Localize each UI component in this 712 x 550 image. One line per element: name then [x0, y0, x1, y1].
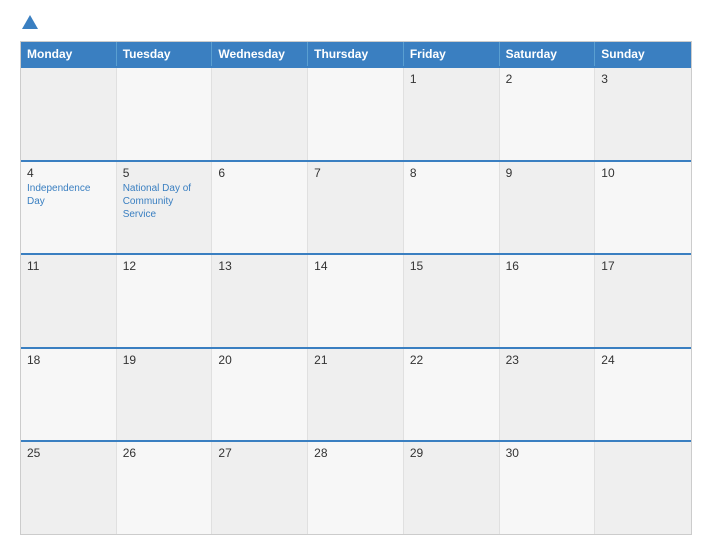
calendar-cell: 28: [308, 442, 404, 534]
calendar-week-3: 11 12 13 14 15 16 17: [21, 253, 691, 347]
calendar-weekday-header: MondayTuesdayWednesdayThursdayFridaySatu…: [21, 42, 691, 66]
calendar-body: 1234Independence Day5National Day of Com…: [21, 66, 691, 534]
calendar-cell: 16: [500, 255, 596, 347]
day-number: 21: [314, 353, 397, 367]
calendar-cell: 18: [21, 349, 117, 441]
logo: [20, 15, 38, 29]
calendar-cell: 11: [21, 255, 117, 347]
calendar-cell: 20: [212, 349, 308, 441]
calendar-cell: 26: [117, 442, 213, 534]
calendar-cell: 21: [308, 349, 404, 441]
calendar-cell: [21, 68, 117, 160]
day-number: 5: [123, 166, 206, 180]
calendar-cell: 2: [500, 68, 596, 160]
day-number: 8: [410, 166, 493, 180]
calendar-cell: 13: [212, 255, 308, 347]
weekday-header-saturday: Saturday: [500, 42, 596, 66]
day-number: 7: [314, 166, 397, 180]
calendar-page: MondayTuesdayWednesdayThursdayFridaySatu…: [0, 0, 712, 550]
calendar-week-1: 123: [21, 66, 691, 160]
calendar-cell: 23: [500, 349, 596, 441]
calendar-cell: 22: [404, 349, 500, 441]
logo-triangle-icon: [22, 15, 38, 29]
day-number: 15: [410, 259, 493, 273]
calendar-cell: [308, 68, 404, 160]
calendar-cell: 14: [308, 255, 404, 347]
calendar-cell: 12: [117, 255, 213, 347]
event-label: National Day of Community Service: [123, 182, 206, 221]
day-number: 14: [314, 259, 397, 273]
calendar-cell: [595, 442, 691, 534]
day-number: 12: [123, 259, 206, 273]
calendar-cell: 30: [500, 442, 596, 534]
day-number: 26: [123, 446, 206, 460]
day-number: 2: [506, 72, 589, 86]
day-number: 17: [601, 259, 685, 273]
calendar-week-2: 4 Independence Day 5 National Day of Commun…: [21, 160, 691, 254]
day-number: 30: [506, 446, 589, 460]
calendar-cell: 7: [308, 162, 404, 254]
day-number: 29: [410, 446, 493, 460]
day-number: 10: [601, 166, 685, 180]
calendar-cell: 15: [404, 255, 500, 347]
calendar-cell: [212, 68, 308, 160]
day-number: 4: [27, 166, 110, 180]
day-number: 3: [601, 72, 685, 86]
day-number: 22: [410, 353, 493, 367]
day-number: 13: [218, 259, 301, 273]
calendar-cell: 1: [404, 68, 500, 160]
day-number: 1: [410, 72, 493, 86]
day-number: 28: [314, 446, 397, 460]
day-number: 24: [601, 353, 685, 367]
calendar-cell: 6: [212, 162, 308, 254]
day-number: 11: [27, 259, 110, 273]
day-number: 27: [218, 446, 301, 460]
calendar-cell: 8: [404, 162, 500, 254]
day-number: 20: [218, 353, 301, 367]
day-number: 6: [218, 166, 301, 180]
calendar-grid: MondayTuesdayWednesdayThursdayFridaySatu…: [20, 41, 692, 535]
event-label: Independence Day: [27, 182, 110, 208]
weekday-header-monday: Monday: [21, 42, 117, 66]
calendar-cell: 4 Independence Day: [21, 162, 117, 254]
weekday-header-sunday: Sunday: [595, 42, 691, 66]
weekday-header-friday: Friday: [404, 42, 500, 66]
day-number: 9: [506, 166, 589, 180]
calendar-cell: 19: [117, 349, 213, 441]
calendar-cell: 24: [595, 349, 691, 441]
calendar-cell: [117, 68, 213, 160]
weekday-header-thursday: Thursday: [308, 42, 404, 66]
calendar-week-5: 25 26 27 28 29 30: [21, 440, 691, 534]
calendar-cell: 9: [500, 162, 596, 254]
weekday-header-wednesday: Wednesday: [212, 42, 308, 66]
weekday-header-tuesday: Tuesday: [117, 42, 213, 66]
calendar-cell: 17: [595, 255, 691, 347]
day-number: 23: [506, 353, 589, 367]
calendar-cell: 25: [21, 442, 117, 534]
calendar-cell: 29: [404, 442, 500, 534]
day-number: 18: [27, 353, 110, 367]
day-number: 25: [27, 446, 110, 460]
calendar-cell: 10: [595, 162, 691, 254]
day-number: 19: [123, 353, 206, 367]
calendar-cell: 3: [595, 68, 691, 160]
calendar-cell: 27: [212, 442, 308, 534]
calendar-header: [20, 15, 692, 29]
day-number: 16: [506, 259, 589, 273]
calendar-week-4: 18 19 20 21 22 23 24: [21, 347, 691, 441]
calendar-cell: 5 National Day of Community Service: [117, 162, 213, 254]
